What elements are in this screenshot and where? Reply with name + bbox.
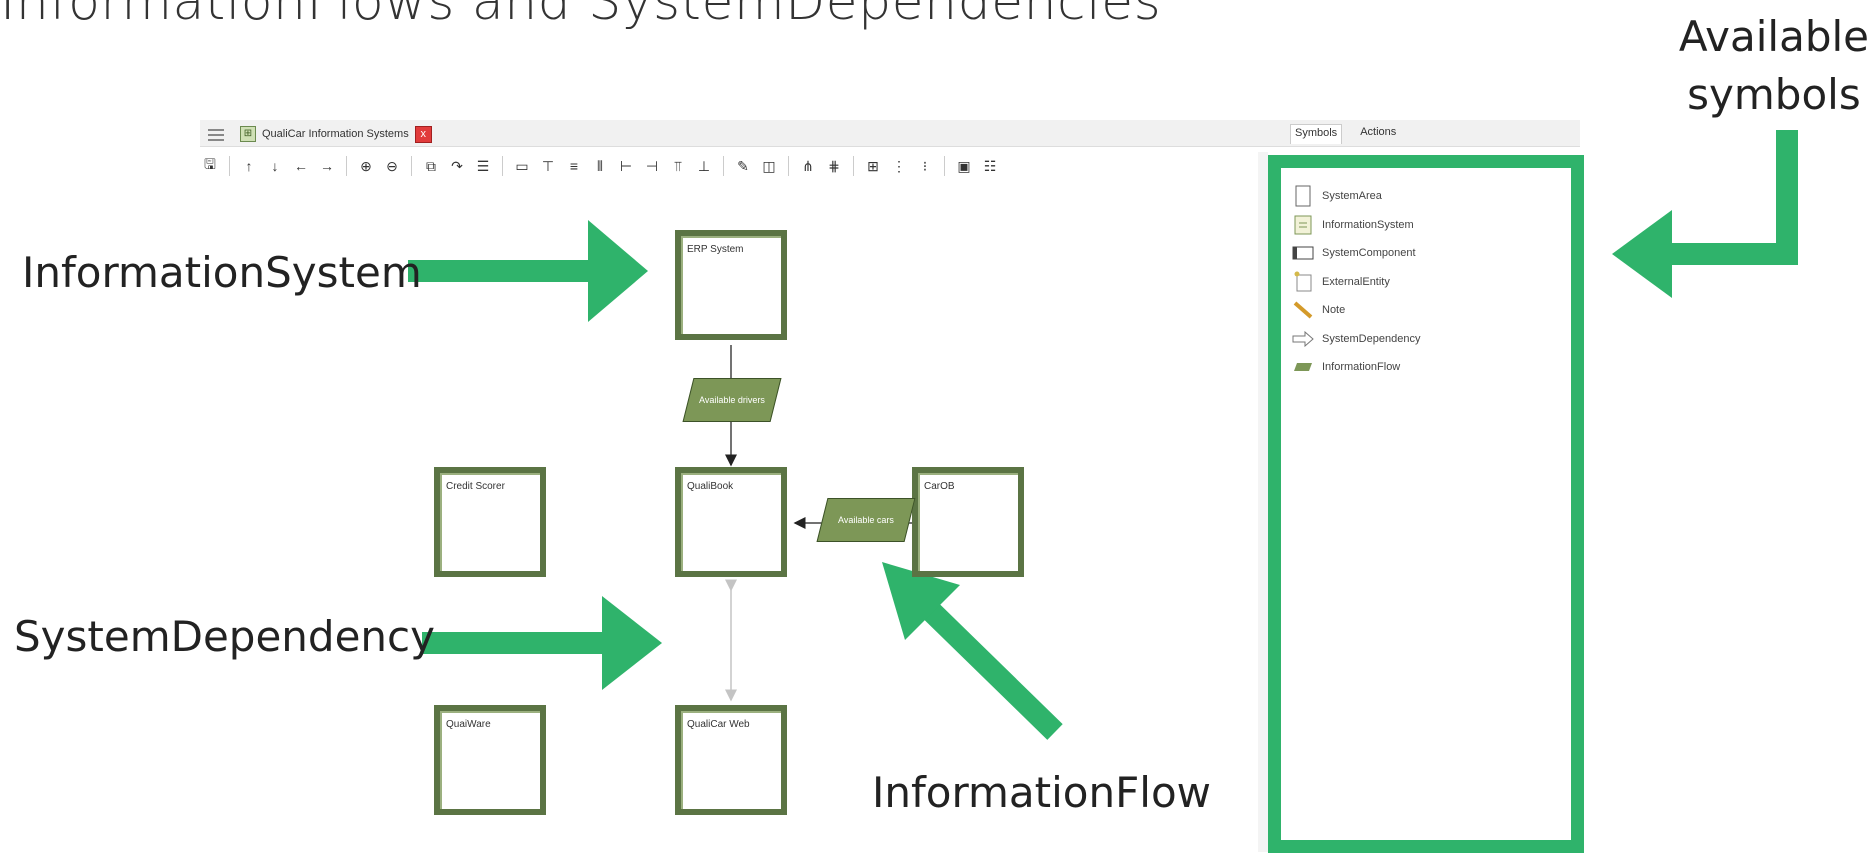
callout-system-dependency: SystemDependency bbox=[14, 612, 435, 661]
flow-available-cars[interactable]: Available cars bbox=[816, 498, 916, 542]
callout-arrow-information-system bbox=[408, 220, 648, 322]
system-erp[interactable]: ERP System bbox=[675, 230, 787, 340]
callout-arrow-information-flow bbox=[882, 562, 1063, 740]
diagram-connectors bbox=[408, 130, 1798, 740]
flow-available-drivers[interactable]: Available drivers bbox=[682, 378, 782, 422]
callout-information-flow: InformationFlow bbox=[872, 768, 1211, 817]
flow-label: Available cars bbox=[838, 515, 894, 525]
flow-label: Available drivers bbox=[699, 395, 765, 405]
system-label: CarOB bbox=[924, 481, 955, 492]
system-carob[interactable]: CarOB bbox=[912, 467, 1024, 577]
system-credit-scorer[interactable]: Credit Scorer bbox=[434, 467, 546, 577]
system-qualibook[interactable]: QualiBook bbox=[675, 467, 787, 577]
system-qualicar-web[interactable]: QualiCar Web bbox=[675, 705, 787, 815]
callout-arrow-available-symbols bbox=[1612, 130, 1798, 298]
system-label: Credit Scorer bbox=[446, 481, 505, 492]
system-label: QualiBook bbox=[687, 481, 734, 492]
system-quaiware[interactable]: QuaiWare bbox=[434, 705, 546, 815]
system-label: ERP System bbox=[687, 244, 744, 255]
callout-arrow-system-dependency bbox=[422, 596, 662, 690]
system-label: QuaiWare bbox=[446, 719, 491, 730]
system-label: QualiCar Web bbox=[687, 719, 750, 730]
callout-information-system: InformationSystem bbox=[22, 248, 422, 297]
